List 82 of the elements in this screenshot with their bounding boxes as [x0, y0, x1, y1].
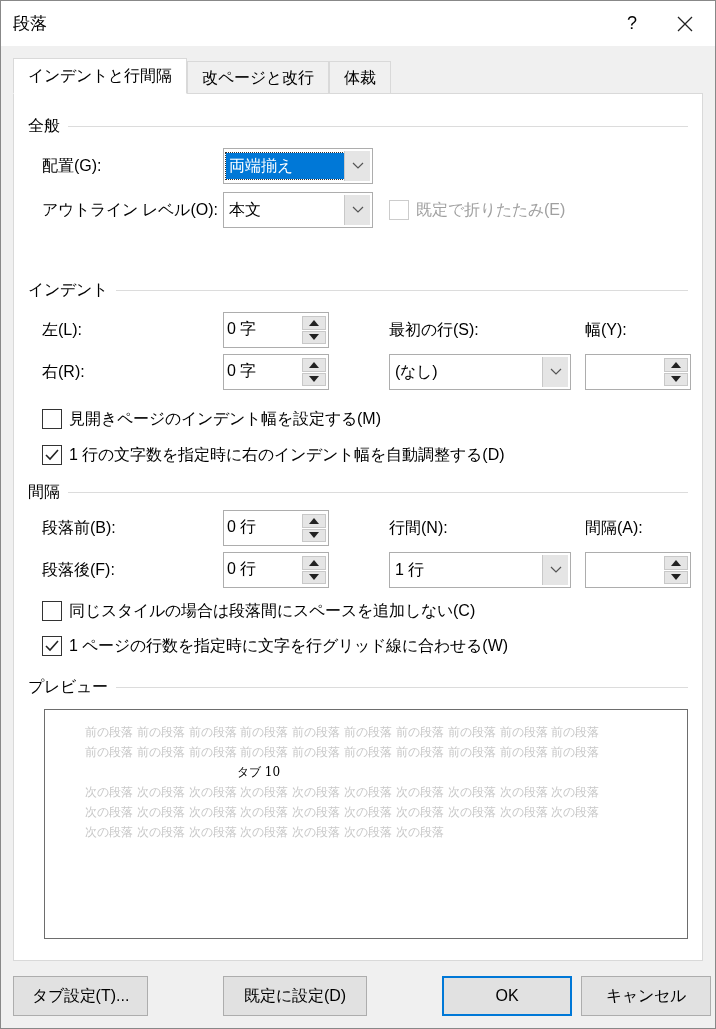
field-label: アウトライン レベル(O): [42, 200, 219, 220]
dialog-button[interactable]: キャンセル [581, 976, 711, 1016]
checkbox-label: 同じスタイルの場合は段落間にスペースを追加しない(C) [69, 601, 476, 621]
spin-up-button[interactable] [302, 514, 326, 528]
tab[interactable]: 改ページと改行 [187, 61, 329, 93]
chevron-down-icon [351, 162, 364, 170]
spin-value: 0 字 [227, 319, 257, 339]
spin-field[interactable] [585, 354, 691, 390]
section-heading: 間隔 [28, 482, 60, 502]
triangle-up-icon [309, 517, 319, 524]
triangle-up-icon [671, 361, 681, 368]
spin-down-button[interactable] [664, 372, 688, 386]
triangle-down-icon [671, 574, 681, 581]
dropdown[interactable]: 両端揃え [223, 148, 373, 184]
spin-down-button[interactable] [302, 372, 326, 386]
checkbox[interactable] [42, 601, 62, 621]
help-button[interactable]: ? [609, 1, 655, 46]
checkbox-label: 1 ページの行数を指定時に文字を行グリッド線に合わせる(W) [69, 636, 509, 656]
field-label: 右(R): [42, 362, 86, 382]
spin-up-button[interactable] [664, 556, 688, 570]
checkmark-icon [45, 449, 59, 461]
preview-sample-text: タブ 10 [236, 764, 282, 781]
spin-field[interactable]: 0 字 [223, 312, 329, 348]
dialog-button[interactable]: タブ設定(T)... [13, 976, 148, 1016]
field-label: 幅(Y): [585, 320, 627, 340]
chevron-down-icon [549, 368, 562, 376]
spin-up-button[interactable] [302, 358, 326, 372]
dropdown-value: 本文 [228, 200, 262, 220]
checkmark-icon [45, 640, 59, 652]
tab[interactable]: 体裁 [329, 61, 391, 93]
dropdown-value: 1 行 [394, 560, 426, 580]
checkbox-label: 既定で折りたたみ(E) [416, 200, 566, 220]
triangle-down-icon [309, 532, 319, 539]
field-label: 配置(G): [42, 156, 103, 176]
triangle-up-icon [671, 559, 681, 566]
triangle-down-icon [309, 376, 319, 383]
field-label: 間隔(A): [585, 518, 643, 538]
checkbox[interactable] [42, 445, 62, 465]
dialog-button[interactable]: OK [442, 976, 572, 1016]
spin-value: 0 行 [227, 517, 257, 537]
dropdown[interactable]: 1 行 [389, 552, 571, 588]
spin-up-button[interactable] [302, 316, 326, 330]
checkbox[interactable] [42, 409, 62, 429]
field-label: 段落前(B): [42, 518, 117, 538]
section-heading: プレビュー [28, 677, 108, 697]
dropdown[interactable]: 本文 [223, 192, 373, 228]
spin-field[interactable]: 0 行 [223, 510, 329, 546]
triangle-up-icon [309, 319, 319, 326]
spin-up-button[interactable] [664, 358, 688, 372]
field-label: 最初の行(S): [389, 321, 479, 338]
spin-down-button[interactable] [664, 570, 688, 584]
window-title: 段落 [13, 12, 48, 35]
dropdown-value: (なし) [394, 362, 439, 382]
chevron-down-icon [549, 566, 562, 574]
checkbox[interactable] [42, 636, 62, 656]
dropdown[interactable]: (なし) [389, 354, 571, 390]
spin-field[interactable]: 0 行 [223, 552, 329, 588]
spin-value: 0 字 [227, 361, 257, 381]
triangle-up-icon [309, 559, 319, 566]
tab[interactable]: インデントと行間隔 [13, 58, 187, 94]
chevron-down-icon [351, 206, 364, 214]
dropdown-value: 両端揃え [226, 153, 344, 179]
triangle-down-icon [671, 376, 681, 383]
section-heading: 全般 [28, 116, 60, 136]
spin-down-button[interactable] [302, 528, 326, 542]
dialog-button[interactable]: 既定に設定(D) [223, 976, 367, 1016]
spin-field[interactable]: 0 字 [223, 354, 329, 390]
field-label: 段落後(F): [42, 560, 116, 580]
triangle-down-icon [309, 334, 319, 341]
spin-down-button[interactable] [302, 330, 326, 344]
triangle-down-icon [309, 574, 319, 581]
triangle-up-icon [309, 361, 319, 368]
spin-down-button[interactable] [302, 570, 326, 584]
field-label: 行間(N): [389, 519, 448, 536]
close-icon [677, 15, 693, 32]
checkbox-label: 1 行の文字数を指定時に右のインデント幅を自動調整する(D) [69, 445, 505, 465]
spin-value: 0 行 [227, 559, 257, 579]
spin-up-button[interactable] [302, 556, 326, 570]
section-heading: インデント [28, 280, 108, 300]
field-label: 左(L): [42, 320, 83, 340]
checkbox-label: 見開きページのインデント幅を設定する(M) [69, 409, 381, 429]
spin-field[interactable] [585, 552, 691, 588]
